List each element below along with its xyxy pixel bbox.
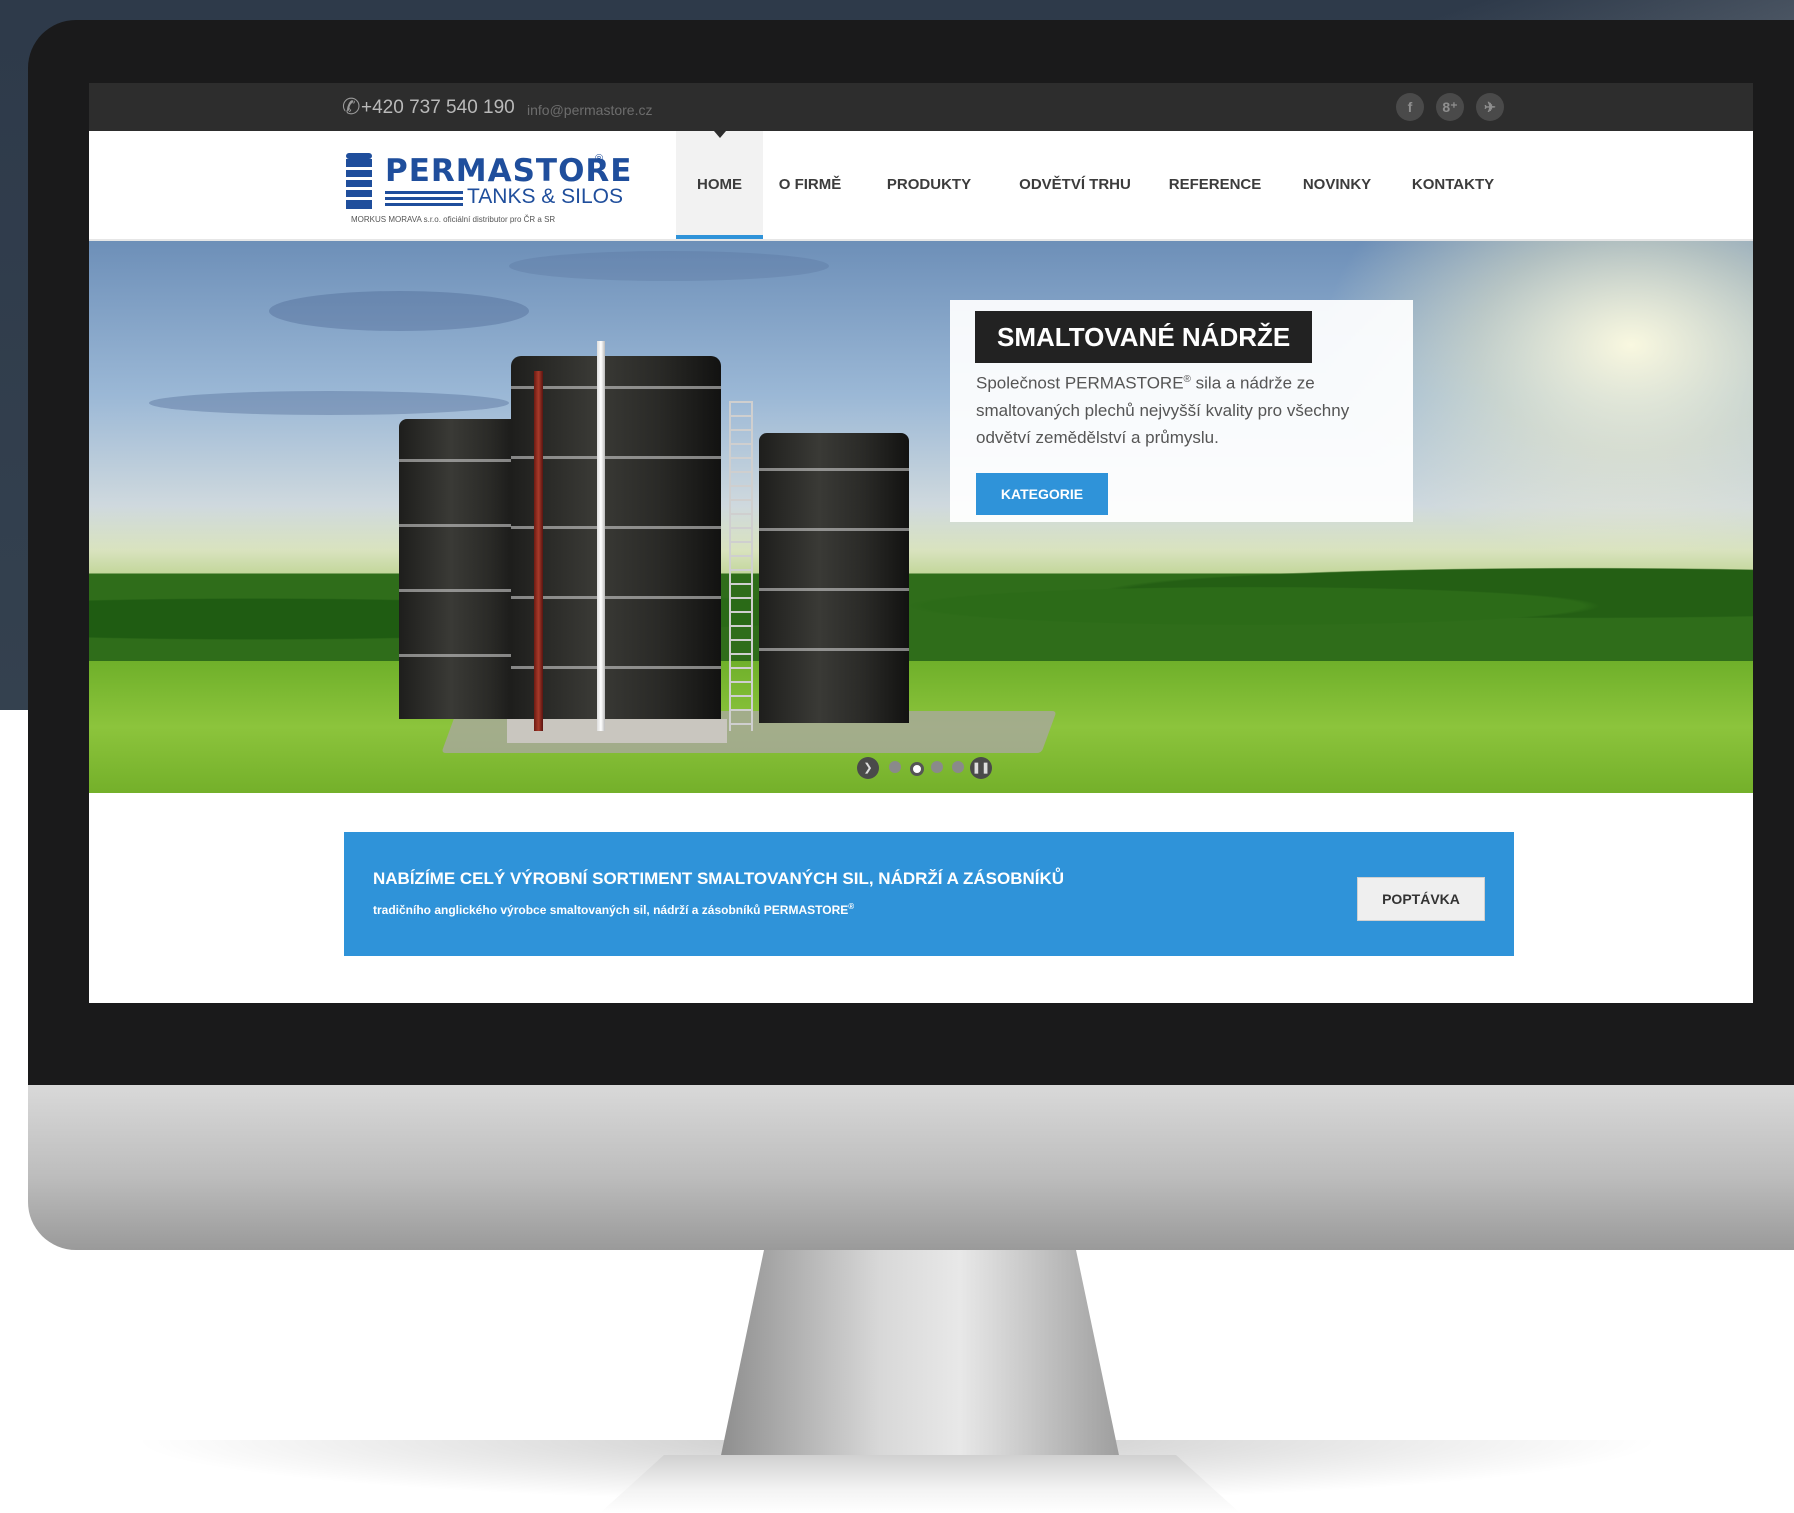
hero-registered: ® bbox=[1183, 374, 1191, 385]
email-link[interactable]: info@permastore.cz bbox=[527, 102, 652, 118]
slider-pause-icon[interactable]: ❚❚ bbox=[970, 757, 992, 779]
nav-novinky-label: NOVINKY bbox=[1302, 176, 1372, 193]
logo-silo-icon bbox=[346, 153, 372, 209]
silo-left bbox=[399, 419, 529, 719]
nav-odvetvi-trhu-label: ODVĚTVÍ TRHU bbox=[1019, 176, 1131, 193]
hero-cloud bbox=[269, 291, 529, 331]
hero-slider: SMALTOVANÉ NÁDRŽE Společnost PERMASTORE®… bbox=[89, 241, 1753, 793]
nav-reference-label: REFERENCE bbox=[1168, 176, 1262, 193]
google-plus-icon[interactable]: 8⁺ bbox=[1436, 93, 1464, 121]
nav-home[interactable]: HOME bbox=[676, 131, 763, 239]
twitter-icon[interactable]: ✈ bbox=[1476, 93, 1504, 121]
nav-home-label: HOME bbox=[697, 176, 742, 193]
nav-o-firme[interactable]: O FIRMĚ bbox=[775, 131, 845, 239]
facebook-icon[interactable]: f bbox=[1396, 93, 1424, 121]
hero-title: SMALTOVANÉ NÁDRŽE bbox=[975, 311, 1313, 363]
hero-trees bbox=[89, 541, 1753, 671]
nav-kontakty[interactable]: KONTAKTY bbox=[1407, 131, 1499, 239]
kategorie-button[interactable]: KATEGORIE bbox=[976, 473, 1108, 515]
poptavka-button[interactable]: POPTÁVKA bbox=[1357, 877, 1485, 921]
logo-tagline: MORKUS MORAVA s.r.o. oficiální distribut… bbox=[351, 215, 556, 224]
nav-caret bbox=[713, 131, 726, 138]
nav-produkty-label: PRODUKTY bbox=[886, 176, 972, 193]
slider-dot[interactable] bbox=[931, 761, 943, 773]
nav-odvetvi-trhu[interactable]: ODVĚTVÍ TRHU bbox=[1015, 131, 1135, 239]
monitor-stand-base bbox=[600, 1455, 1240, 1513]
phone-icon: ✆ bbox=[342, 94, 361, 119]
logo-subtitle: TANKS & SILOS bbox=[467, 185, 623, 208]
phone-number[interactable]: +420 737 540 190 bbox=[361, 97, 515, 119]
logo-lines bbox=[385, 191, 463, 207]
main-navbar: PERMASTORE ® TANKS & SILOS MORKUS MORAVA… bbox=[89, 131, 1753, 241]
nav-produkty[interactable]: PRODUKTY bbox=[883, 131, 975, 239]
monitor-stand bbox=[720, 1250, 1120, 1460]
slider-dot[interactable] bbox=[952, 761, 964, 773]
slider-next-icon[interactable]: ❯ bbox=[857, 757, 879, 779]
promo-subtitle-text: tradičního anglického výrobce smaltovaný… bbox=[373, 903, 849, 917]
nav-reference[interactable]: REFERENCE bbox=[1165, 131, 1265, 239]
silo-pipe bbox=[534, 371, 543, 731]
promo-subtitle: tradičního anglického výrobce smaltovaný… bbox=[373, 902, 854, 917]
silo-pipe bbox=[597, 341, 605, 731]
nav-novinky[interactable]: NOVINKY bbox=[1297, 131, 1377, 239]
hero-text-part: Společnost PERMASTORE bbox=[976, 373, 1184, 393]
slider-dot-active[interactable] bbox=[910, 762, 924, 776]
silo-ladder bbox=[729, 401, 753, 731]
promo-heading: NABÍZÍME CELÝ VÝROBNÍ SORTIMENT SMALTOVA… bbox=[373, 869, 1065, 888]
silo-right bbox=[759, 433, 909, 723]
nav-o-firme-label: O FIRMĚ bbox=[778, 176, 842, 193]
monitor-screen: ✆ +420 737 540 190 info@permastore.cz f … bbox=[89, 83, 1753, 1003]
promo-banner: NABÍZÍME CELÝ VÝROBNÍ SORTIMENT SMALTOVA… bbox=[344, 832, 1514, 956]
logo-registered: ® bbox=[595, 153, 604, 165]
promo-registered: ® bbox=[848, 902, 855, 911]
hero-cloud bbox=[509, 251, 829, 281]
nav-kontakty-label: KONTAKTY bbox=[1411, 176, 1495, 193]
hero-caption: SMALTOVANÉ NÁDRŽE Společnost PERMASTORE®… bbox=[950, 300, 1413, 522]
top-contact-bar: ✆ +420 737 540 190 info@permastore.cz f … bbox=[89, 83, 1753, 131]
hero-text: Společnost PERMASTORE® sila a nádrže ze … bbox=[976, 366, 1386, 451]
hero-cloud bbox=[149, 391, 509, 415]
monitor-chin bbox=[28, 1085, 1794, 1250]
slider-dot[interactable] bbox=[889, 761, 901, 773]
